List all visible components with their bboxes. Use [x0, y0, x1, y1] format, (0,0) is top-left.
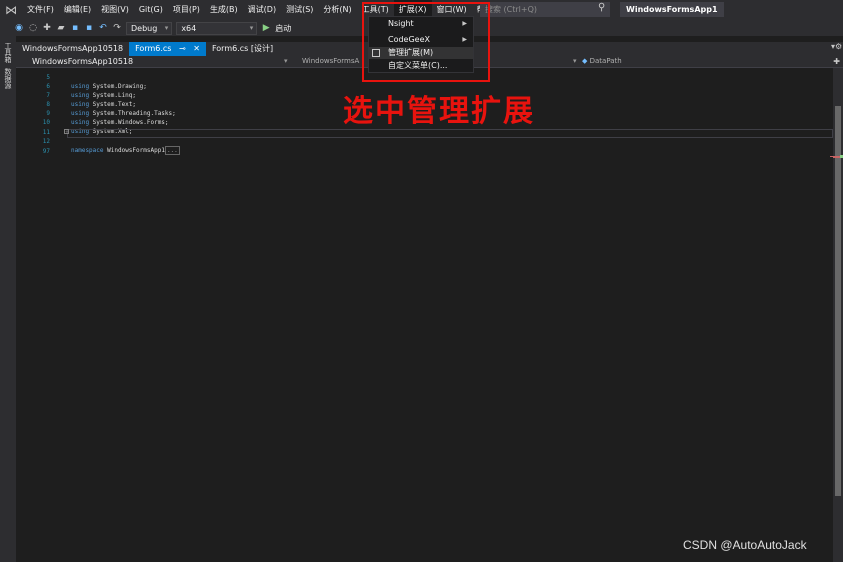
collapsed-ellipsis[interactable]: ... [164, 146, 180, 155]
keyword: using [71, 110, 90, 117]
visual-studio-logo-icon[interactable]: ⋈ [0, 0, 22, 20]
type-dropdown[interactable]: WindowsFormsA [292, 56, 359, 67]
pin-icon[interactable]: ⊸ [179, 44, 186, 53]
menu-test[interactable]: 测试(S) [281, 0, 318, 20]
vertical-scrollbar[interactable] [833, 68, 843, 562]
split-icon[interactable]: ✚ [833, 56, 840, 67]
menu-debug[interactable]: 调试(D) [243, 0, 281, 20]
code-line: 5 using System.Drawing; [16, 64, 146, 90]
identifier: WindowsFormsApp1 [103, 147, 165, 154]
code-text: using System.Linq; [71, 91, 136, 100]
start-button[interactable]: 启动 [275, 23, 291, 34]
member-label: DataPath [589, 57, 622, 65]
code-text: using System.Threading.Tasks; [71, 109, 176, 118]
expand-icon[interactable]: + [64, 129, 69, 134]
menu-git[interactable]: Git(G) [134, 0, 168, 20]
undo-icon[interactable]: ↶ [98, 23, 108, 33]
identifier: System.Drawing; [89, 83, 147, 90]
menu-project[interactable]: 项目(P) [168, 0, 205, 20]
line-number: 97 [42, 148, 50, 155]
code-line: 10 using System.Xml; [16, 109, 133, 135]
search-input[interactable]: 搜索 (Ctrl+Q) [480, 2, 610, 17]
identifier: System.Threading.Tasks; [89, 110, 176, 117]
configuration-dropdown[interactable]: Debug [126, 21, 173, 35]
code-text: using System.Text; [71, 100, 136, 109]
code-text: using System.Drawing; [71, 82, 147, 91]
property-icon: ◆ [582, 57, 588, 65]
tab-label: Form6.cs [设计] [211, 44, 274, 53]
highlight-box [362, 2, 490, 82]
tab-project[interactable]: WindowsFormsApp10518 [16, 42, 129, 56]
tab-form6-cs[interactable]: Form6.cs ⊸ ✕ [129, 42, 206, 56]
left-tool-rail: 工具箱 数据源 [0, 36, 16, 562]
code-line: 12 namespace WindowsFormsApp1... [16, 128, 180, 155]
save-all-icon[interactable]: ▪ [84, 23, 94, 33]
toolbox-tab[interactable]: 工具箱 [3, 42, 13, 63]
tab-label: Form6.cs [135, 44, 172, 53]
identifier: System.Linq; [89, 92, 137, 99]
keyword: using [71, 119, 90, 126]
keyword: using [71, 101, 90, 108]
annotation-text: 选中管理扩展 [343, 94, 535, 129]
code-line: 9 using System.Windows.Forms; [16, 100, 168, 126]
identifier: System.Windows.Forms; [89, 119, 169, 126]
watermark: CSDN @AutoAutoJack [683, 538, 807, 552]
member-dropdown[interactable]: ◆ DataPath [582, 56, 622, 67]
code-text: namespace WindowsFormsApp1... [71, 146, 180, 155]
new-project-icon[interactable]: ✚ [42, 23, 52, 33]
scrollbar-thumb[interactable] [835, 106, 841, 496]
collapsed-region [67, 129, 833, 138]
code-text: using System.Windows.Forms; [71, 118, 169, 127]
start-icon[interactable]: ▶ [261, 23, 271, 33]
code-editor[interactable]: 5 using System.Drawing; 6 using System.L… [16, 68, 833, 562]
settings-icon[interactable]: ⚙ [835, 42, 843, 56]
code-line: 8 using System.Threading.Tasks; [16, 91, 175, 117]
code-line: 97 [16, 138, 50, 155]
search-icon[interactable]: ⚲ [598, 2, 605, 13]
close-icon[interactable]: ✕ [193, 44, 200, 53]
menu-file[interactable]: 文件(F) [22, 0, 59, 20]
menu-view[interactable]: 视图(V) [96, 0, 134, 20]
save-icon[interactable]: ▪ [70, 23, 80, 33]
data-sources-tab[interactable]: 数据源 [3, 68, 13, 89]
menu-analyze[interactable]: 分析(N) [318, 0, 356, 20]
back-icon[interactable]: ◉ [14, 23, 24, 33]
platform-dropdown[interactable]: x64 [176, 21, 258, 35]
project-dropdown[interactable]: WindowsFormsApp10518 [18, 56, 288, 67]
code-line: 11 [16, 119, 50, 136]
identifier: System.Text; [89, 101, 137, 108]
menu-build[interactable]: 生成(B) [205, 0, 243, 20]
keyword: using [71, 83, 90, 90]
tab-form6-designer[interactable]: Form6.cs [设计] [206, 42, 279, 56]
tab-label: WindowsFormsApp10518 [22, 44, 124, 53]
code-line: 7 using System.Text; [16, 82, 136, 108]
forward-icon[interactable]: ◌ [28, 23, 38, 33]
keyword: using [71, 92, 90, 99]
redo-icon[interactable]: ↷ [112, 23, 122, 33]
chevron-down-icon[interactable]: ▾ [284, 56, 288, 67]
menu-edit[interactable]: 编辑(E) [59, 0, 96, 20]
open-folder-icon[interactable]: ▰ [56, 23, 66, 33]
code-line: 6 using System.Linq; [16, 73, 136, 99]
solution-title: WindowsFormsApp1 [620, 2, 724, 17]
keyword: namespace [71, 147, 104, 154]
chevron-down-icon[interactable]: ▾ [573, 56, 577, 67]
